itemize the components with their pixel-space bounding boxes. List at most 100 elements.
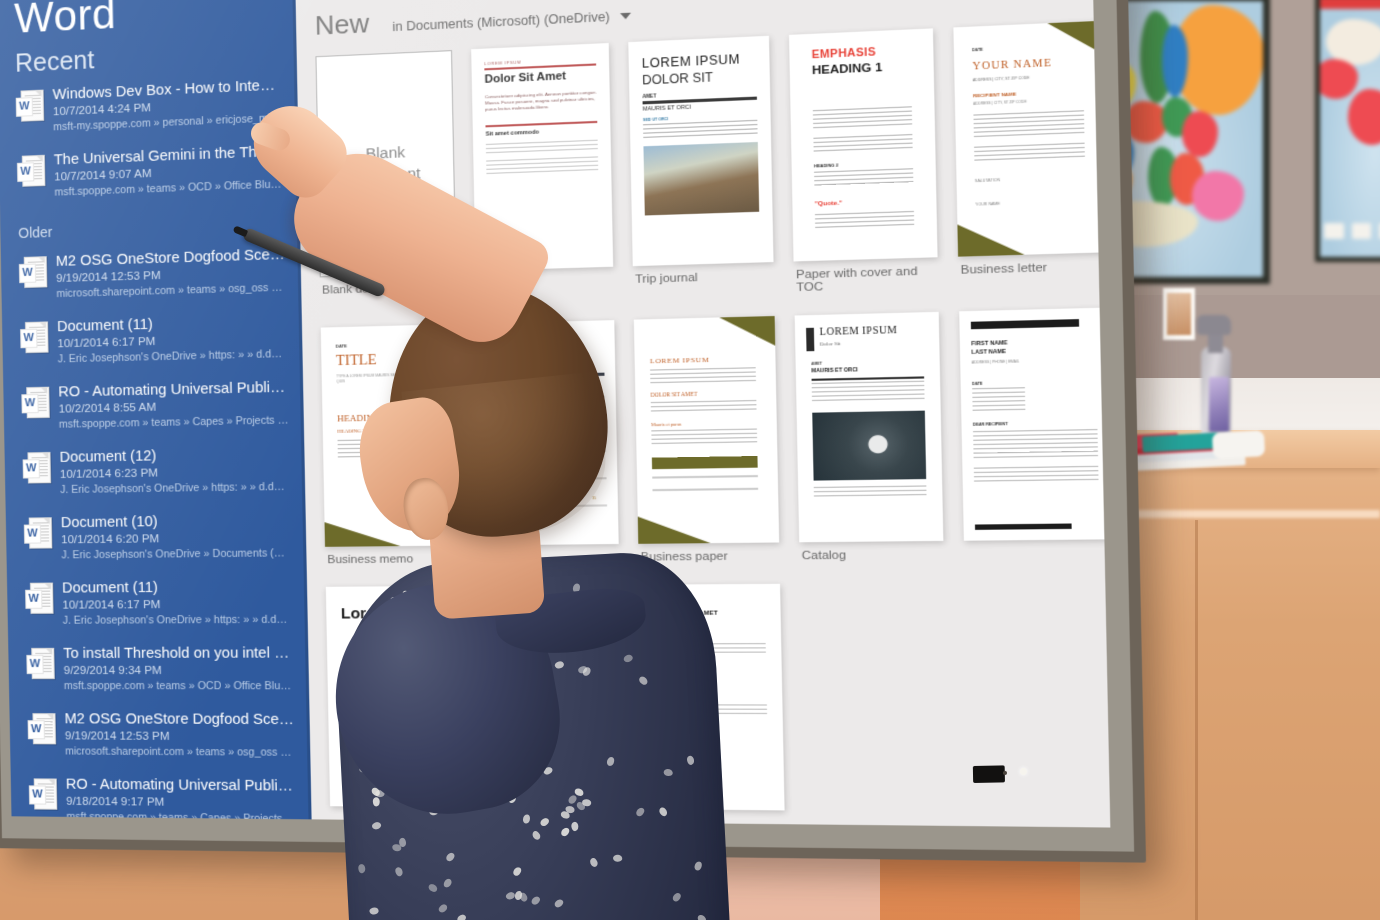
template-thumbnail[interactable]: DATE YOUR NAME ADDRESS | CITY, ST ZIP CODE… — [953, 20, 1106, 257]
recent-document-item[interactable]: WRO - Automating Universal Publication R… — [11, 768, 312, 827]
document-meta: RO - Automating Universal Publication Re… — [58, 380, 289, 432]
word-start-screen: Word Recent W Windows Dev Box - How to In… — [0, 0, 1111, 828]
template-subhead: DOLOR SIT AMET — [650, 391, 698, 399]
template-cell-journal[interactable]: LOREM IPSUM Dolor Sit Amet Consectetuer ad… — [471, 43, 614, 319]
recent-document-item[interactable]: WRO - Automating Universal Publication R… — [3, 371, 304, 443]
template-eyebrow: AMET — [642, 93, 657, 100]
template-heading2: HEADING 2 — [337, 429, 366, 435]
template-thumbnail[interactable]: Lorem Ipsum Dolor Sit Amet Mauris et orci N… — [325, 585, 465, 808]
interactive-whiteboard[interactable]: Word Recent W Windows Dev Box - How to In… — [0, 0, 1147, 863]
recent-document-item[interactable]: W Document (11) 10/1/2014 6:17 PM J. Eric J… — [7, 571, 308, 638]
word-document-icon: W — [26, 647, 55, 680]
blank-document-text: Blank document — [351, 143, 421, 186]
display-sensor-dot — [1002, 770, 1008, 775]
template-cell-calendar[interactable]: MONTHYEAR SUN MON TUE WED THU FRI SAT 1 2 3 4 5 6 7 8 9 1… — [476, 320, 620, 582]
save-location-selector[interactable]: in Documents (Microsoft) (OneDrive) — [392, 8, 631, 34]
template-cell-blank-document[interactable]: Blank document Blank document — [315, 50, 457, 323]
template-body: Consectetuer adipiscing elit. Aenean por… — [484, 89, 597, 112]
word-document-icon: W — [18, 256, 48, 288]
scene-root: Word Recent W Windows Dev Box - How to In… — [0, 0, 1380, 920]
recent-document-item[interactable]: WThe Universal Gemini in the Threshold b… — [0, 135, 300, 212]
template-cell-report[interactable]: LOREM IPSUM Dolor Sit Amet AMET SIT Aenean … — [481, 584, 625, 828]
document-name: Document (12) — [59, 448, 157, 466]
template-heading: HEADING 1 — [811, 61, 883, 78]
template-emphasis: EMPHASIS — [811, 45, 877, 62]
recent-document-item[interactable]: W Document (10) 10/1/2014 6:20 PM J. Eric J… — [6, 504, 307, 573]
document-meta: M2 OSG OneStore Dogfood Scenarios 9/19/20… — [64, 711, 295, 760]
document-name: M2 OSG OneStore Dogfood Scenarios — [64, 711, 296, 729]
document-meta: Document (11) 10/1/2014 6:17 PM J. Eric Jo… — [62, 579, 293, 628]
word-document-icon: W — [22, 451, 52, 484]
cabinet-door-seam — [1195, 520, 1198, 920]
template-thumbnail[interactable]: LOREM IPSUM DOLOR SIT AMET MAURIS ET ORCI SE… — [628, 35, 774, 267]
document-date: 9/29/2014 9:34 PM — [63, 664, 162, 678]
recent-document-item[interactable]: WWindows Dev Box - How to Integrate UG i… — [0, 68, 298, 146]
template-title: YOUR NAME — [972, 57, 1053, 73]
template-cell-business-memo[interactable]: DATE TITLE TYPE A LOREM IPSUM MAURIS SED L… — [320, 324, 463, 583]
document-meta: RO - Automating Universal Publication Re… — [66, 777, 298, 827]
display-bezel-inner: Word Recent W Windows Dev Box - How to In… — [0, 0, 1135, 852]
new-heading: New — [314, 7, 370, 41]
template-title: Lorem Ipsum — [340, 604, 441, 623]
document-meta: Windows Dev Box - How to Integrate UG in… — [52, 77, 283, 134]
document-name: Document (11) — [61, 579, 158, 597]
word-document-icon: W — [23, 517, 53, 549]
document-path: microsoft.sharepoint.com » teams » osg_o… — [65, 745, 296, 760]
document-meta: Document (12) 10/1/2014 6:23 PM J. Eric Jo… — [59, 446, 290, 497]
template-thumbnail[interactable]: LOREM IPSUM DOLOR SIT AMET 1. Lorem ipsum … — [639, 583, 785, 811]
template-label: Business letter — [960, 261, 1048, 277]
recent-document-item[interactable]: W To install Threshold on you intel based… — [8, 637, 309, 704]
template-thumbnail[interactable]: LOREM IPSUM DOLOR SIT AMET Mauris et purus — [633, 316, 780, 544]
template-cell-catalog[interactable]: LOREM IPSUM Dolor Sit AMET MAURIS ET ORCI Ca… — [794, 311, 944, 580]
recent-document-item[interactable]: W M2 OSG OneStore Dogfood Scenarios 9/19/2… — [1, 238, 302, 313]
document-name: Document (10) — [60, 513, 158, 532]
word-document-icon: W — [16, 154, 46, 187]
document-path: msft.spoppe.com » teams » OCD » Office B… — [63, 680, 295, 693]
template-thumbnail[interactable]: LOREM IPSUM Dolor Sit Amet Consectetuer ad… — [471, 43, 614, 271]
template-cell-paper-with-cover-and-toc[interactable]: EMPHASIS HEADING 1 HEADING 2 "Quote." Paper … — [788, 28, 939, 311]
word-document-icon: W — [25, 582, 54, 614]
template-title: TITLE — [335, 352, 377, 370]
template-heading1: HEADING 1 — [337, 412, 388, 424]
template-thumbnail[interactable]: LOREM IPSUM Dolor Sit Amet AMET SIT Aenean … — [481, 584, 624, 809]
template-thumbnail[interactable]: FIRST NAME LAST NAME ADDRESS | PHONE | EMA… — [959, 307, 1111, 541]
template-cell-business-letter[interactable]: DATE YOUR NAME ADDRESS | CITY, ST ZIP CODE… — [953, 20, 1106, 307]
word-document-icon: W — [20, 321, 49, 354]
template-thumbnail[interactable]: MONTHYEAR SUN MON TUE WED THU FRI SAT 1 2 3 4 5 6 7 8 9 1… — [476, 320, 619, 546]
document-path: J. Eric Josephson's OneDrive » https: » … — [62, 613, 294, 627]
bottle-trigger — [1197, 315, 1231, 335]
template-quote: "Quote." — [814, 200, 843, 208]
template-cell-trip-journal[interactable]: LOREM IPSUM DOLOR SIT AMET MAURIS ET ORCI SE… — [628, 35, 774, 316]
document-meta: To install Threshold on you intel based … — [63, 645, 294, 693]
recent-document-item[interactable]: W M2 OSG OneStore Dogfood Scenarios 9/19/2… — [9, 703, 310, 770]
template-thumbnail[interactable]: Blank document — [315, 50, 457, 278]
template-photo — [643, 141, 760, 216]
template-thumbnail[interactable]: EMPHASIS HEADING 1 HEADING 2 "Quote." — [788, 28, 938, 262]
older-group-label: Older — [18, 223, 53, 242]
chevron-down-icon[interactable] — [619, 12, 631, 20]
template-photo — [812, 410, 927, 481]
template-cell-business-paper[interactable]: LOREM IPSUM DOLOR SIT AMET Mauris et purus… — [633, 316, 780, 581]
document-meta: Document (10) 10/1/2014 6:20 PM J. Eric Jo… — [61, 512, 292, 562]
template-eyebrow: DATE — [972, 47, 984, 53]
document-name: RO - Automating Universal Publication Re… — [65, 776, 297, 796]
display-screen[interactable]: Word Recent W Windows Dev Box - How to In… — [0, 0, 1111, 828]
older-documents-list: W M2 OSG OneStore Dogfood Scenarios 9/19/2… — [1, 238, 313, 827]
template-cell-resume-letter[interactable]: FIRST NAME LAST NAME ADDRESS | PHONE | EMA… — [959, 307, 1111, 579]
template-thumbnail[interactable]: LOREM IPSUM Dolor Sit AMET MAURIS ET ORCI — [794, 311, 944, 543]
template-title: MONTHYEAR — [487, 337, 580, 357]
template-cell-lorem-ipsum-report[interactable]: Lorem Ipsum Dolor Sit Amet Mauris et orci N… — [325, 585, 468, 828]
display-ir-sensor — [972, 765, 1005, 783]
bottle-label — [1209, 377, 1229, 432]
recent-document-item[interactable]: W Document (11) 10/1/2014 6:17 PM J. Eric J… — [2, 305, 303, 378]
document-meta: M2 OSG OneStore Dogfood Scenarios 9/19/20… — [56, 247, 287, 301]
template-thumbnail[interactable]: DATE TITLE TYPE A LOREM IPSUM MAURIS SED L… — [320, 324, 460, 547]
word-document-icon: W — [15, 89, 45, 122]
recent-sidebar: Word Recent W Windows Dev Box - How to In… — [0, 0, 312, 826]
template-cell-agenda[interactable]: LOREM IPSUM DOLOR SIT AMET 1. Lorem ipsum … — [639, 583, 785, 828]
map-header-band — [1320, 0, 1380, 9]
recent-document-item[interactable]: W Document (12) 10/1/2014 6:23 PM J. Eric J… — [4, 438, 305, 508]
template-title: Dolor Sit Amet — [484, 69, 567, 86]
document-meta: Document (11) 10/1/2014 6:17 PM J. Eric Jo… — [57, 313, 288, 366]
template-label: Business memo — [327, 553, 414, 567]
